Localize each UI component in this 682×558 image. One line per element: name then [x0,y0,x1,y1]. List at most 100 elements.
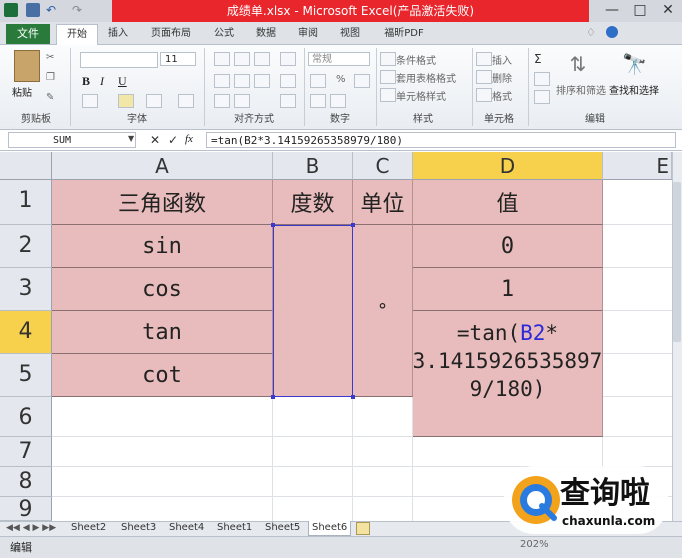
column-header-a[interactable]: A [52,152,273,180]
undo-icon[interactable]: ↶ [46,3,60,17]
paste-icon[interactable] [14,50,40,82]
percent-button[interactable]: % [336,74,346,85]
name-box-dropdown-icon[interactable]: ▼ [128,134,134,143]
format-as-table-button[interactable]: 套用表格格式 [396,70,456,85]
phonetic-icon[interactable] [178,94,194,108]
save-icon[interactable] [26,3,40,17]
ribbon-collapse-icon[interactable]: ♢ [586,26,596,39]
copy-icon[interactable]: ❐ [46,72,55,83]
delete-cells-icon[interactable] [476,70,492,84]
cell-styles-icon[interactable] [380,88,396,102]
border-icon[interactable] [82,94,98,108]
align-right-icon[interactable] [254,74,270,88]
sheet-nav-icon[interactable]: ◀◀ ◀ ▶ ▶▶ [6,521,56,535]
tab-file[interactable]: 文件 [6,24,50,44]
cell-styles-button[interactable]: 单元格样式 [396,88,446,103]
align-top-icon[interactable] [214,52,230,66]
row-header-7[interactable]: 7 [0,437,52,467]
scrollbar-thumb[interactable] [673,182,681,342]
tab-insert[interactable]: 插入 [100,24,136,44]
conditional-format-icon[interactable] [380,52,396,66]
merge-center-icon[interactable] [280,94,296,108]
conditional-format-button[interactable]: 条件格式 [396,52,436,67]
row-header-8[interactable]: 8 [0,467,52,497]
find-select-button[interactable]: 查找和选择 [608,82,660,97]
cell-a3[interactable]: cos [52,268,273,311]
sheet-tab-sheet2[interactable]: Sheet2 [68,521,109,535]
insert-function-button[interactable]: fx [185,133,193,145]
align-center-icon[interactable] [234,74,250,88]
cell-c1[interactable]: 单位 [353,180,413,225]
currency-icon[interactable] [310,74,326,88]
tab-home[interactable]: 开始 [56,24,98,45]
sheet-tab-sheet1[interactable]: Sheet1 [214,521,255,535]
tab-data[interactable]: 数据 [248,24,284,44]
underline-button[interactable]: U [118,74,127,89]
decrease-decimal-icon[interactable] [330,94,346,108]
help-icon[interactable] [606,26,618,38]
row-header-3[interactable]: 3 [0,268,52,311]
sort-filter-button[interactable]: 排序和筛选 [556,82,606,97]
sheet-tab-sheet4[interactable]: Sheet4 [166,521,207,535]
cell-d3[interactable]: 1 [413,268,603,311]
cell-a2[interactable]: sin [52,225,273,268]
cancel-formula-button[interactable]: ✕ [150,133,160,147]
ref-handle[interactable] [351,395,355,399]
sheet-tab-sheet3[interactable]: Sheet3 [118,521,159,535]
zoom-level[interactable]: 202% [520,539,549,550]
tab-view[interactable]: 视图 [332,24,368,44]
ref-handle[interactable] [271,223,275,227]
enter-formula-button[interactable]: ✓ [168,133,178,147]
increase-decimal-icon[interactable] [310,94,326,108]
tab-page-layout[interactable]: 页面布局 [144,24,198,44]
format-cells-icon[interactable] [476,88,492,102]
cell-c2-merged[interactable]: ° [353,225,413,397]
formula-input[interactable]: =tan(B2*3.14159265358979/180) [206,132,676,148]
row-header-1[interactable]: 1 [0,180,52,225]
format-painter-icon[interactable]: ✎ [46,92,54,103]
minimize-button[interactable]: — [598,0,626,20]
cut-icon[interactable]: ✂ [46,52,54,63]
format-as-table-icon[interactable] [380,70,396,84]
cell-a4[interactable]: tan [52,311,273,354]
find-select-icon[interactable]: 🔭 [622,52,647,76]
cell-d2[interactable]: 0 [413,225,603,268]
font-size-select[interactable]: 11 [160,52,196,66]
autosum-icon[interactable]: Σ [534,52,542,66]
select-all-button[interactable] [0,152,52,180]
sort-filter-icon[interactable]: ⇅ [566,52,590,76]
delete-cells-button[interactable]: 删除 [492,70,512,85]
row-header-2[interactable]: 2 [0,225,52,268]
cell-a5[interactable]: cot [52,354,273,397]
ref-handle[interactable] [271,395,275,399]
sheet-tab-sheet6[interactable]: Sheet6 [308,521,352,536]
format-cells-button[interactable]: 格式 [492,88,512,103]
cell-a1[interactable]: 三角函数 [52,180,273,225]
bold-button[interactable]: B [82,74,90,89]
column-header-b[interactable]: B [273,152,353,180]
tab-formulas[interactable]: 公式 [206,24,242,44]
cell-d1[interactable]: 值 [413,180,603,225]
name-box[interactable]: SUM [8,132,136,148]
paste-button[interactable]: 粘贴 [12,84,32,99]
row-header-5[interactable]: 5 [0,354,52,397]
align-middle-icon[interactable] [234,52,250,66]
insert-sheet-icon[interactable] [356,522,370,535]
sheet-tab-sheet5[interactable]: Sheet5 [262,521,303,535]
wrap-text-icon[interactable] [280,74,296,88]
tab-foxit-pdf[interactable]: 福昕PDF [376,24,432,44]
increase-indent-icon[interactable] [234,94,250,108]
font-color-icon[interactable] [146,94,162,108]
align-left-icon[interactable] [214,74,230,88]
row-header-9[interactable]: 9 [0,497,52,522]
decrease-indent-icon[interactable] [214,94,230,108]
italic-button[interactable]: I [100,74,104,89]
insert-cells-button[interactable]: 插入 [492,52,512,67]
clear-icon[interactable] [534,90,550,104]
orientation-icon[interactable] [280,52,296,66]
column-header-d[interactable]: D [413,152,603,180]
maximize-button[interactable]: □ [626,0,654,20]
ref-handle[interactable] [351,223,355,227]
column-header-c[interactable]: C [353,152,413,180]
row-header-6[interactable]: 6 [0,397,52,437]
